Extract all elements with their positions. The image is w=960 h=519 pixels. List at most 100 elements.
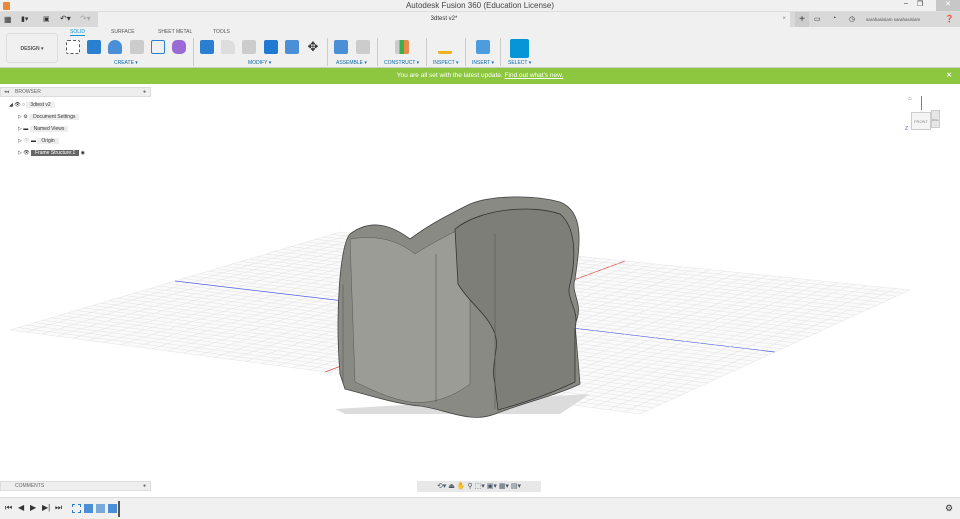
root-label: 3dtest v2 bbox=[26, 102, 55, 108]
clock-icon[interactable]: ◷ bbox=[849, 15, 855, 23]
viewport[interactable] bbox=[0, 84, 960, 495]
select-menu[interactable]: SELECT ▾ bbox=[508, 60, 531, 66]
modify-menu[interactable]: MODIFY ▾ bbox=[248, 60, 271, 66]
fillet-icon[interactable] bbox=[221, 40, 235, 54]
apps-grid-icon[interactable]: ▦ bbox=[4, 15, 12, 24]
job-status-icon[interactable]: ◔ bbox=[832, 15, 836, 22]
close-button[interactable]: ✕ bbox=[936, 0, 960, 11]
step-back-icon[interactable]: ◀ bbox=[18, 503, 24, 512]
close-tab-icon[interactable]: × bbox=[782, 12, 786, 27]
display-settings-icon[interactable]: ▣▾ bbox=[487, 483, 497, 490]
combine-icon[interactable] bbox=[264, 40, 278, 54]
go-to-end-icon[interactable]: ⏭ bbox=[55, 503, 62, 513]
file-menu-icon[interactable]: ▮▾ bbox=[21, 15, 28, 23]
browser-item-document-settings[interactable]: ▷ ⚙ Document Settings bbox=[18, 113, 80, 122]
insert-image-icon[interactable] bbox=[476, 40, 490, 54]
step-forward-icon[interactable]: ▶| bbox=[42, 503, 50, 512]
redo-icon[interactable]: ↷▾ bbox=[80, 14, 91, 23]
select-icon[interactable] bbox=[510, 39, 529, 58]
assemble-menu[interactable]: ASSEMBLE ▾ bbox=[336, 60, 367, 66]
measure-icon[interactable] bbox=[438, 40, 452, 54]
move-icon[interactable]: ✥ bbox=[306, 40, 320, 54]
browser-item-named-views[interactable]: ▷ ▬ Named Views bbox=[18, 125, 69, 134]
new-tab-button[interactable]: + bbox=[795, 12, 809, 27]
notifications-icon[interactable]: ▭ bbox=[814, 15, 821, 23]
shell-icon[interactable] bbox=[242, 40, 256, 54]
comments-panel[interactable]: COMMENTS ● bbox=[0, 481, 151, 491]
restore-button[interactable]: ❐ bbox=[914, 0, 926, 11]
pan-icon[interactable]: ✋ bbox=[457, 483, 466, 490]
fit-icon[interactable]: ⬚▾ bbox=[475, 483, 485, 490]
offset-face-icon[interactable] bbox=[285, 40, 299, 54]
toolbar: DESIGN ▾ SOLID SURFACE SHEET METAL TOOLS… bbox=[0, 27, 960, 68]
workspace-switcher[interactable]: DESIGN ▾ bbox=[6, 33, 58, 63]
collapse-icon[interactable]: ◂◂ bbox=[4, 88, 9, 96]
tab-tools[interactable]: TOOLS bbox=[213, 29, 230, 35]
home-view-icon[interactable]: ⌂ bbox=[908, 96, 912, 102]
timeline-settings-icon[interactable]: ⚙ bbox=[945, 503, 953, 514]
offset-plane-icon[interactable] bbox=[395, 40, 409, 54]
pin-icon[interactable]: ● bbox=[143, 88, 146, 96]
create-form-icon[interactable] bbox=[172, 40, 186, 54]
navigation-bar: ⟲▾ ⏏ ✋ ⚲ ⬚▾ ▣▾ ▦▾ ▤▾ bbox=[417, 481, 541, 492]
browser-panel-header[interactable]: ◂◂ BROWSER ● bbox=[0, 87, 151, 97]
window-title: Autodesk Fusion 360 (Education License) bbox=[405, 1, 555, 10]
joint-icon[interactable] bbox=[356, 40, 370, 54]
timeline-feature-body[interactable] bbox=[84, 504, 93, 513]
press-pull-icon[interactable] bbox=[200, 40, 214, 54]
create-sketch-icon[interactable] bbox=[66, 40, 80, 54]
divider bbox=[193, 38, 194, 66]
axis-y-icon bbox=[921, 96, 922, 110]
hole-icon[interactable] bbox=[130, 40, 144, 54]
viewcube-right[interactable]: RIGHT bbox=[931, 110, 940, 128]
banner-text: You are all set with the latest update. bbox=[396, 72, 503, 79]
comments-title: COMMENTS bbox=[15, 483, 45, 489]
divider bbox=[426, 38, 427, 66]
close-banner-icon[interactable]: ✕ bbox=[947, 68, 952, 84]
extrude-icon[interactable] bbox=[87, 40, 101, 54]
tab-surface[interactable]: SURFACE bbox=[111, 29, 135, 35]
item-label: Frame Structure:1 bbox=[30, 150, 80, 156]
tab-bar: ▦ ▮▾ ▣ ↶▾ ↷▾ 3dtest v2* × + ▭ ◔ ◷ saraha… bbox=[0, 12, 960, 27]
new-component-icon[interactable] bbox=[334, 40, 348, 54]
timeline-feature-sketch[interactable] bbox=[72, 504, 81, 513]
viewcube-front[interactable]: FRONT bbox=[911, 112, 931, 130]
insert-menu[interactable]: INSERT ▾ bbox=[472, 60, 494, 66]
pin-icon[interactable]: ● bbox=[143, 482, 146, 490]
help-icon[interactable]: ❓ bbox=[945, 15, 954, 23]
timeline: ⏮ ◀ ▶ ▶| ⏭ ⚙ bbox=[0, 497, 960, 519]
play-icon[interactable]: ▶ bbox=[30, 503, 36, 512]
browser-title: BROWSER bbox=[15, 89, 41, 95]
browser-item-origin[interactable]: ▷ 👁 ▬ Origin bbox=[18, 137, 59, 146]
axis-z-icon: Z bbox=[905, 126, 909, 132]
timeline-feature-component[interactable] bbox=[96, 504, 105, 513]
inspect-menu[interactable]: INSPECT ▾ bbox=[433, 60, 458, 66]
minimize-button[interactable]: – bbox=[900, 0, 912, 11]
grid-settings-icon[interactable]: ▦▾ bbox=[499, 483, 509, 490]
rectangular-pattern-icon[interactable] bbox=[151, 40, 165, 54]
viewcube[interactable]: FRONT RIGHT Z bbox=[905, 96, 941, 134]
viewports-icon[interactable]: ▤▾ bbox=[511, 483, 521, 490]
document-tab-label: 3dtest v2* bbox=[430, 16, 458, 22]
whats-new-link[interactable]: Find out what's new. bbox=[505, 72, 564, 79]
timeline-feature-frame[interactable] bbox=[108, 504, 117, 513]
timeline-marker[interactable] bbox=[118, 501, 120, 517]
save-icon[interactable]: ▣ bbox=[43, 15, 50, 23]
undo-icon[interactable]: ↶▾ bbox=[60, 14, 71, 23]
orbit-icon[interactable]: ⟲▾ bbox=[437, 483, 446, 490]
look-at-icon[interactable]: ⏏ bbox=[448, 483, 455, 490]
user-account[interactable]: sarahasisiam sarahasisiam bbox=[866, 17, 920, 22]
go-to-start-icon[interactable]: ⏮ bbox=[5, 503, 12, 513]
tab-solid[interactable]: SOLID bbox=[70, 29, 86, 36]
document-tab[interactable]: 3dtest v2* × bbox=[98, 12, 790, 27]
zoom-icon[interactable]: ⚲ bbox=[468, 483, 473, 490]
divider bbox=[327, 38, 328, 66]
divider bbox=[377, 38, 378, 66]
browser-root[interactable]: ◢ 👁 ○ 3dtest v2 bbox=[9, 101, 55, 110]
revolve-icon[interactable] bbox=[108, 40, 122, 54]
browser-item-frame-structure[interactable]: ▷ 👁 Frame Structure:1 ◉ bbox=[18, 149, 85, 158]
item-label: Document Settings bbox=[29, 114, 80, 120]
tab-sheet-metal[interactable]: SHEET METAL bbox=[158, 29, 192, 35]
create-menu[interactable]: CREATE ▾ bbox=[114, 60, 138, 66]
construct-menu[interactable]: CONSTRUCT ▾ bbox=[384, 60, 419, 66]
